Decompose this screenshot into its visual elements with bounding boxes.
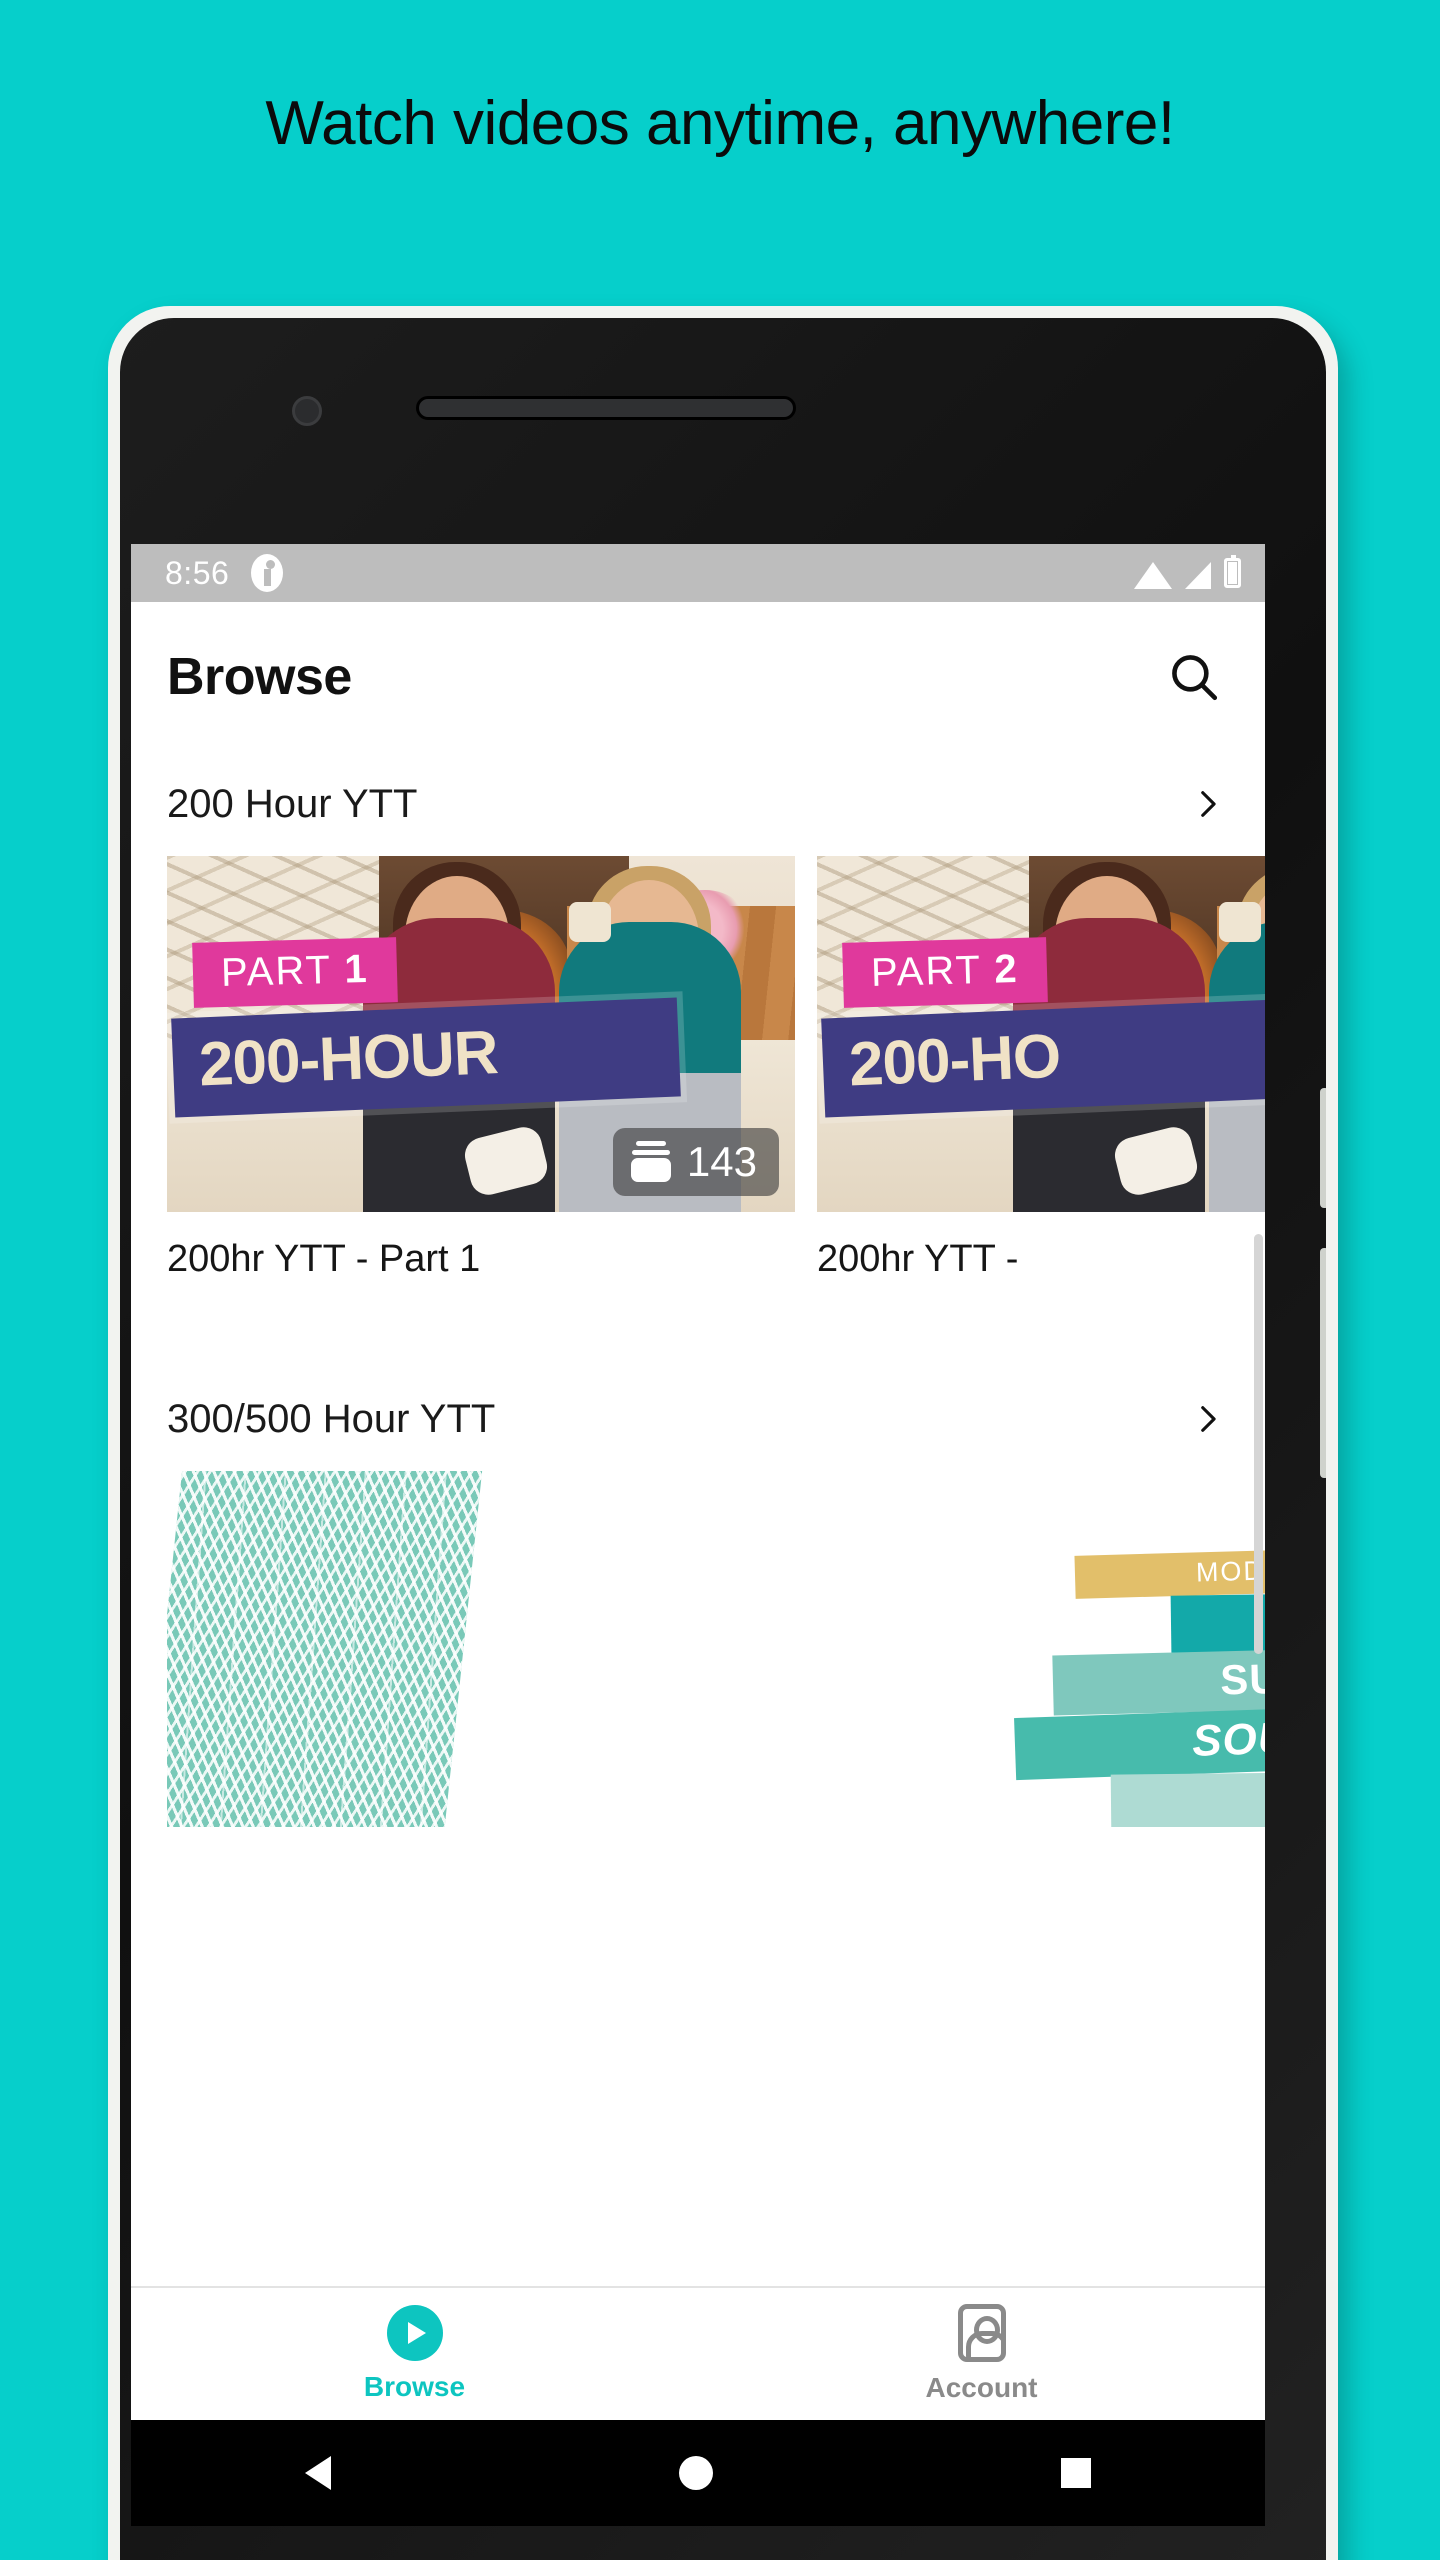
volume-button[interactable]	[1320, 1248, 1326, 1478]
back-triangle-icon[interactable]	[305, 2456, 331, 2490]
video-card[interactable]: MODULE ONE: THE SUBTLE, SOULFUL SELF 193	[817, 1471, 1265, 1827]
app-header: Browse	[131, 602, 1265, 752]
chevron-right-icon[interactable]	[1185, 782, 1229, 826]
phone-screen: 8:56 Browse 200 Hour YTT PART 1 200-HOUR…	[131, 544, 1265, 2420]
status-time: 8:56	[165, 554, 230, 591]
card-rail-300-500hr[interactable]: MODULE ONE: THE SUBTLE, SOULFUL SELF 193	[131, 1471, 1265, 1827]
module-line: THE	[1170, 1592, 1265, 1653]
video-stack-icon	[629, 1140, 673, 1184]
cellular-signal-icon	[1185, 561, 1211, 589]
section-title: 200 Hour YTT	[167, 781, 418, 826]
card-thumbnail[interactable]: MODULE ONE: THE SUBTLE, SOULFUL SELF 193	[817, 1471, 1265, 1827]
video-count-badge: 143	[612, 1128, 779, 1196]
search-icon[interactable]	[1159, 642, 1229, 712]
status-icons	[1134, 555, 1241, 589]
page-title: Browse	[167, 648, 352, 706]
status-bar: 8:56	[131, 544, 1265, 602]
video-card[interactable]: PART 2 200-HO 200hr YTT -	[817, 856, 1265, 1281]
module-line: SELF	[1110, 1771, 1265, 1827]
phone-mockup: 8:56 Browse 200 Hour YTT PART 1 200-HOUR…	[108, 306, 1338, 2560]
module-title-block: MODULE ONE: THE SUBTLE, SOULFUL SELF 193	[1014, 1546, 1265, 1827]
course-banner: 200-HOUR	[171, 997, 681, 1118]
module-line: MODULE ONE:	[1074, 1546, 1265, 1599]
android-nav-bar	[131, 2420, 1265, 2526]
section-header-300-500hr[interactable]: 300/500 Hour YTT	[131, 1367, 1265, 1471]
card-rail-200hr[interactable]: PART 1 200-HOUR 143 200hr YTT - Part 1 P…	[131, 856, 1265, 1281]
course-banner: 200-HO	[821, 997, 1265, 1118]
geometric-pattern-teal	[167, 1471, 795, 1827]
video-card[interactable]: PART 1 200-HOUR 143 200hr YTT - Part 1	[167, 856, 795, 1281]
battery-icon	[1224, 555, 1241, 588]
section-header-200hr[interactable]: 200 Hour YTT	[131, 752, 1265, 856]
account-person-icon	[957, 2304, 1006, 2362]
card-title: 200hr YTT -	[817, 1238, 1019, 1280]
module-line: SUBTLE,	[1052, 1646, 1265, 1716]
promo-headline: Watch videos anytime, anywhere!	[265, 89, 1175, 158]
module-line: SOULFUL	[1014, 1703, 1265, 1781]
card-thumbnail[interactable]: PART 2 200-HO	[817, 856, 1265, 1212]
play-circle-icon	[386, 2305, 443, 2361]
tab-account[interactable]: Account	[698, 2288, 1265, 2420]
chevron-right-icon[interactable]	[1185, 1397, 1229, 1441]
section-title: 300/500 Hour YTT	[167, 1396, 496, 1441]
vertical-scrollbar[interactable]	[1254, 1234, 1263, 1654]
video-card[interactable]	[167, 1471, 795, 1827]
earpiece-speaker	[416, 396, 796, 420]
card-thumbnail[interactable]	[167, 1471, 795, 1827]
phone-body: 8:56 Browse 200 Hour YTT PART 1 200-HOUR…	[120, 318, 1326, 2560]
part-badge: PART 2	[842, 937, 1048, 1008]
card-thumbnail[interactable]: PART 1 200-HOUR 143	[167, 856, 795, 1212]
home-circle-icon[interactable]	[679, 2456, 713, 2490]
bottom-tab-bar: Browse Account	[131, 2286, 1265, 2420]
video-count: 143	[686, 1138, 757, 1185]
tab-browse[interactable]: Browse	[131, 2288, 698, 2420]
front-camera	[292, 396, 322, 426]
part-badge: PART 1	[192, 937, 398, 1008]
card-title: 200hr YTT - Part 1	[167, 1238, 481, 1280]
power-button[interactable]	[1320, 1088, 1326, 1208]
notification-dot-icon	[251, 554, 284, 592]
tab-label: Browse	[363, 2371, 466, 2402]
wifi-icon	[1134, 561, 1172, 589]
tab-label: Account	[925, 2372, 1038, 2403]
recents-square-icon[interactable]	[1061, 2458, 1091, 2488]
